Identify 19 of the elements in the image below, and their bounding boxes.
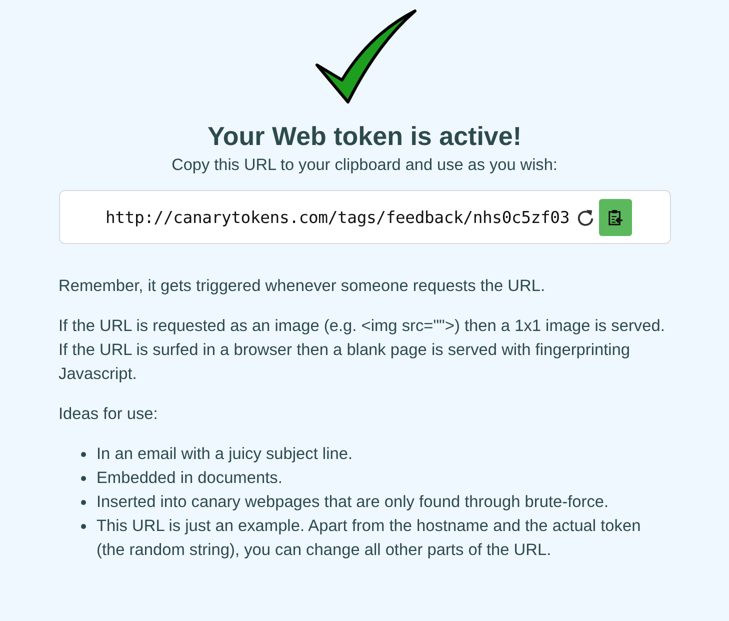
body-text: If the URL is requested as an image (e.g. <img src="">) then a 1x1 image is served. [58, 316, 665, 337]
bullet-icon [80, 476, 86, 481]
list-item-text: This URL is just an example. Apart from the hostname and the actual token (the random string), you can change all other parts of the URL. [96, 516, 642, 561]
bullet-icon [80, 500, 86, 505]
list-item-text: In an email with a juicy subject line. [96, 444, 352, 465]
clipboard-icon [608, 208, 623, 226]
copy-button[interactable] [598, 198, 632, 236]
token-field[interactable]: http://canarytokens.com/tags/feedback/nhs0c5zf03 [58, 190, 670, 244]
page-heading: Your Web token is active! [207, 121, 522, 151]
instruction-text: Copy this URL to your clipboard and use as you wish: [172, 155, 558, 175]
list-item-text: Embedded in documents. [96, 468, 282, 489]
body-text: If the URL is surfed in a browser then a blank page is served with fingerprinting Javascript. [58, 340, 632, 385]
checkmark-icon [315, 9, 417, 105]
refresh-icon[interactable] [576, 208, 595, 226]
body-text: Ideas for use: [58, 404, 158, 425]
bullet-icon [80, 452, 86, 457]
list-item-text: Inserted into canary webpages that are only found through brute-force. [96, 492, 609, 513]
body-text: Remember, it gets triggered whenever someone requests the URL. [58, 276, 546, 297]
bullet-icon [80, 524, 86, 529]
